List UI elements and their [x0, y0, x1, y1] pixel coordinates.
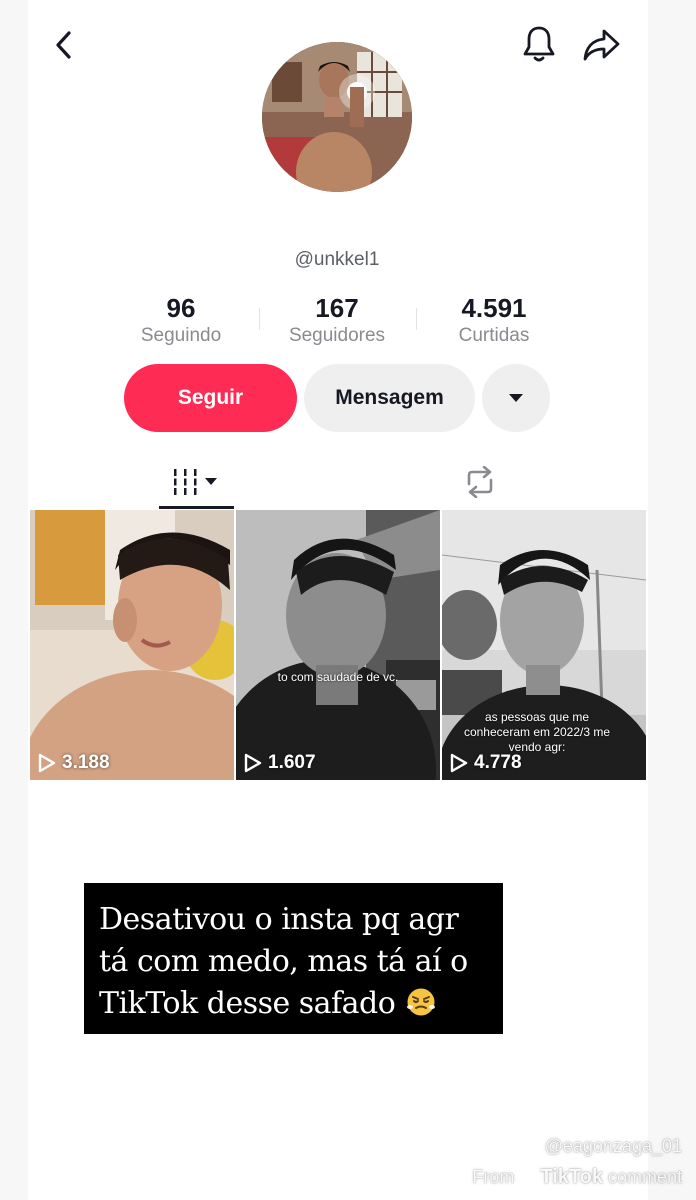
chevron-left-icon	[56, 31, 71, 59]
follow-button[interactable]: Seguir	[124, 364, 297, 432]
tiktok-logo-icon	[521, 1168, 536, 1185]
stat-divider	[416, 308, 417, 330]
video-thumbnail[interactable]: as pessoas que me conheceram em 2022/3 m…	[442, 510, 646, 780]
watermark-source: From TikTok comment	[472, 1166, 682, 1189]
back-button[interactable]	[42, 23, 86, 67]
tab-reposts[interactable]	[440, 455, 520, 509]
angry-face-emoji-icon	[407, 988, 436, 1016]
story-caption-line: tá com medo, mas tá aí o	[99, 944, 468, 979]
stat-likes-count: 4.591	[461, 293, 527, 323]
story-text-caption: Desativou o insta pq agr tá com medo, ma…	[84, 883, 503, 1034]
video-caption: as pessoas que me conheceram em 2022/3 m…	[463, 710, 611, 754]
share-button[interactable]	[580, 23, 624, 67]
bell-icon	[523, 26, 555, 62]
profile-avatar[interactable]	[262, 42, 412, 192]
video-thumbnail[interactable]: to com saudade de vc. 1.607	[236, 510, 440, 780]
view-count-value: 4.778	[474, 752, 522, 773]
video-caption: to com saudade de vc.	[277, 670, 399, 684]
watermark-suffix: comment	[607, 1167, 682, 1187]
story-caption-line: TikTok desse safado	[99, 986, 396, 1021]
notifications-button[interactable]	[517, 22, 561, 66]
profile-username: @unkkel1	[294, 249, 380, 270]
view-count: 4.778	[450, 752, 522, 774]
video-thumbnail-image	[236, 510, 440, 780]
stat-following-count: 96	[166, 293, 196, 323]
view-count: 1.607	[244, 752, 316, 774]
view-count: 3.188	[38, 752, 110, 774]
watermark-from-label: From	[472, 1167, 515, 1187]
play-icon	[38, 753, 56, 773]
story-caption-line-last: TikTok desse safado	[99, 983, 493, 1025]
stat-following-label: Seguindo	[140, 325, 222, 346]
stat-followers[interactable]: 167 Seguidores	[262, 292, 412, 348]
avatar-photo	[262, 42, 412, 192]
play-icon	[450, 753, 468, 773]
video-grid: 3.188 to com saudade de vc. 1.607 as pes…	[30, 510, 646, 780]
more-options-button[interactable]	[482, 364, 550, 432]
video-thumbnail[interactable]: 3.188	[30, 510, 234, 780]
view-count-value: 1.607	[268, 752, 316, 773]
stat-following[interactable]: 96 Seguindo	[106, 292, 256, 348]
tab-videos[interactable]	[159, 455, 234, 509]
repost-icon	[467, 466, 493, 498]
view-count-value: 3.188	[62, 752, 110, 773]
message-button[interactable]: Mensagem	[304, 364, 475, 432]
grid-bars-icon	[171, 469, 217, 495]
stat-likes-label: Curtidas	[458, 325, 530, 346]
stat-likes[interactable]: 4.591 Curtidas	[419, 292, 569, 348]
watermark-brand: TikTok	[540, 1166, 603, 1188]
play-icon	[244, 753, 262, 773]
active-tab-indicator	[159, 506, 234, 509]
watermark-username: @eagonzaga_01	[544, 1136, 682, 1156]
stat-followers-label: Seguidores	[288, 325, 386, 346]
story-caption-line: Desativou o insta pq agr	[99, 902, 459, 937]
video-thumbnail-image	[30, 510, 234, 780]
stat-followers-count: 167	[315, 293, 359, 323]
caret-down-icon	[509, 394, 523, 402]
stat-divider	[259, 308, 260, 330]
share-arrow-icon	[583, 29, 620, 61]
